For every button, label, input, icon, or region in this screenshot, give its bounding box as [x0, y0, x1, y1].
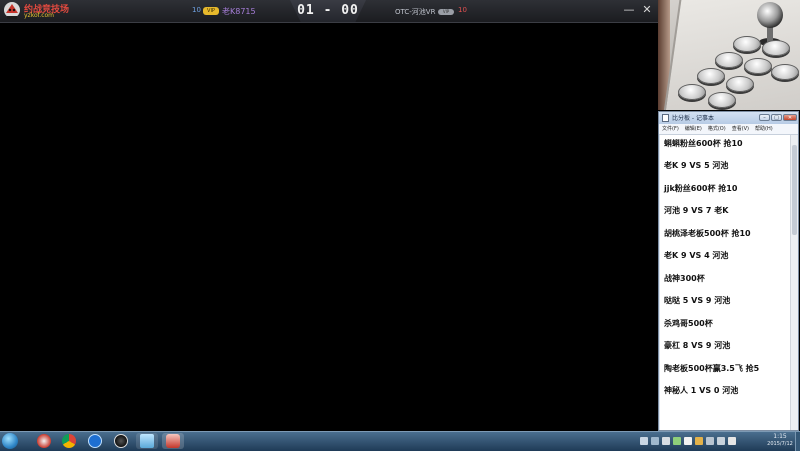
notepad-text-area[interactable]: 蝌蝌粉丝600杯 抢10 老K 9 VS 5 河池 jjk粉丝600杯 抢10 … [660, 135, 791, 430]
player1-name: 老K8715 [222, 7, 256, 16]
clock-time[interactable]: 1:15 [769, 433, 791, 440]
arcade-button-icon [708, 92, 736, 108]
notepad-maximize-button[interactable]: □ [771, 114, 782, 121]
text-line: 战神300杯 [664, 274, 705, 283]
match-score: 01 - 00 [297, 3, 359, 18]
notepad-scrollbar[interactable] [790, 135, 798, 430]
kof-logo-icon [4, 2, 20, 19]
tray-yellow-icon[interactable] [695, 437, 703, 445]
menu-edit[interactable]: 编辑(E) [682, 124, 705, 134]
notepad-title: 比分板 - 记事本 [672, 115, 714, 122]
system-tray [640, 435, 736, 447]
joystick-ball-icon [757, 2, 783, 28]
tray-volume-icon[interactable] [717, 437, 725, 445]
tray-green-icon[interactable] [673, 437, 681, 445]
tray-network-icon[interactable] [706, 437, 714, 445]
obs-icon[interactable] [110, 433, 132, 449]
arcade-button-icon [744, 58, 772, 74]
game-viewport[interactable] [0, 23, 658, 431]
taskbar: 1:15 2015/7/12 [0, 431, 800, 451]
arcade-button-icon [726, 76, 754, 92]
arcade-button-icon [733, 36, 761, 52]
folder-icon[interactable] [136, 433, 158, 449]
tray-language-icon[interactable] [640, 437, 648, 445]
notepad-title-bar[interactable]: 比分板 - 记事本 – □ ✕ [659, 112, 798, 124]
menu-file[interactable]: 文件(F) [659, 124, 682, 134]
brand-url: yzkof.com [24, 12, 55, 19]
menu-format[interactable]: 格式(O) [705, 124, 729, 134]
text-line: 哒哒 5 VS 9 河池 [664, 296, 731, 305]
text-line: 豪杠 8 VS 9 河池 [664, 341, 731, 350]
clock-date[interactable]: 2015/7/12 [764, 441, 796, 447]
tray-flag-icon[interactable] [728, 437, 736, 445]
camera-feed [658, 0, 800, 110]
arcade-button-icon [715, 52, 743, 68]
tray-app-icon[interactable] [662, 437, 670, 445]
notepad-close-button[interactable]: ✕ [783, 114, 797, 121]
chrome-icon[interactable] [58, 433, 80, 449]
score-plate: 01 - 00 [290, 0, 366, 22]
arcade-button-icon [762, 40, 790, 56]
text-line: 胡桃泽老板500杯 抢10 [664, 229, 751, 238]
kof-client-icon[interactable] [162, 433, 184, 449]
player1-level: 10 [192, 6, 201, 14]
minimize-button[interactable]: — [622, 3, 636, 17]
text-line: 神秘人 1 VS 0 河池 [664, 386, 739, 395]
arcade-button-icon [678, 84, 706, 100]
arcade-button-icon [771, 64, 799, 80]
player1-vip-badge: VIP [203, 7, 219, 15]
text-line: 蝌蝌粉丝600杯 抢10 [664, 139, 743, 148]
tray-white-icon[interactable] [684, 437, 692, 445]
windows-start-icon[interactable] [2, 433, 18, 449]
notepad-window: 比分板 - 记事本 – □ ✕ 文件(F) 编辑(E) 格式(O) 查看(V) … [658, 111, 799, 431]
k-app-icon[interactable] [84, 433, 106, 449]
arcade-button-icon [697, 68, 725, 84]
player2-vip-badge: VIP [438, 9, 454, 15]
notepad-minimize-button[interactable]: – [759, 114, 770, 121]
close-button[interactable]: ✕ [640, 3, 654, 17]
text-line: 老K 9 VS 5 河池 [664, 161, 729, 170]
game-title-bar: 约战竞技场 yzkof.com 10 VIP 老K8715 01 - 00 OT… [0, 0, 658, 23]
text-line: 河池 9 VS 7 老K [664, 206, 729, 215]
player2-name: OTC-河池VR [395, 8, 436, 16]
text-line: 陶老板500杯赢3.5飞 抢5 [664, 364, 760, 373]
menu-help[interactable]: 帮助(H) [752, 124, 776, 134]
menu-view[interactable]: 查看(V) [729, 124, 752, 134]
tray-arrow-icon[interactable] [651, 437, 659, 445]
scrollbar-thumb[interactable] [792, 145, 797, 235]
notepad-icon [662, 114, 669, 122]
player2-level: 10 [458, 6, 467, 14]
text-line: 老K 9 VS 4 河池 [664, 251, 729, 260]
notepad-menubar: 文件(F) 编辑(E) 格式(O) 查看(V) 帮助(H) [659, 124, 798, 135]
kof-game-icon[interactable] [33, 433, 55, 449]
show-desktop-button[interactable] [795, 432, 800, 451]
text-line: jjk粉丝600杯 抢10 [664, 184, 738, 193]
text-line: 杀鸡哥500杯 [664, 319, 713, 328]
